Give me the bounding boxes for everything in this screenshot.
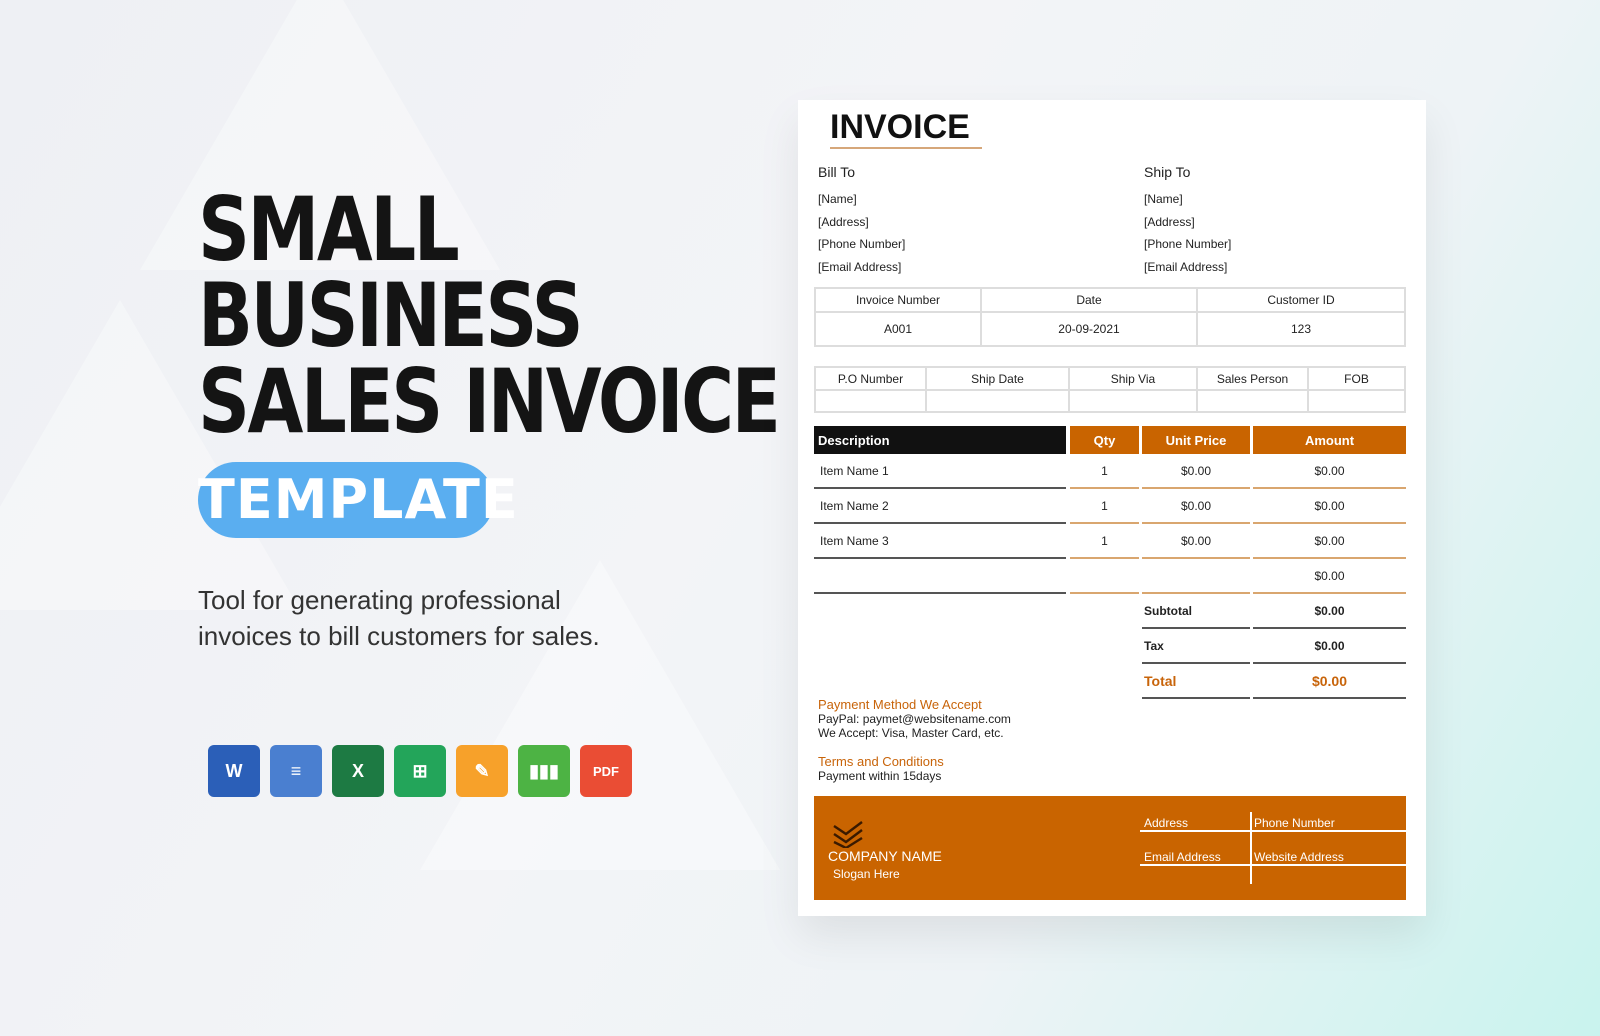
headline-line3: SALES INVOICE — [198, 350, 781, 453]
bill-to-heading: Bill To — [818, 164, 856, 180]
item-cell: Item Name 2 — [820, 498, 889, 513]
total-value: $0.00 — [1314, 638, 1345, 653]
google-sheets-icon: ⊞ — [394, 745, 446, 797]
meta-header: Invoice Number — [814, 287, 982, 313]
items-header: Description — [814, 426, 1066, 454]
total-label: Tax — [1144, 638, 1164, 653]
word-icon: W — [208, 745, 260, 797]
ship-to-line: [Email Address] — [1144, 259, 1228, 274]
total-value: $0.00 — [1311, 672, 1348, 689]
total-value: $0.00 — [1314, 603, 1345, 618]
invoice-document: INVOICE Bill To [Name] [Address] [Phone … — [798, 100, 1426, 916]
ship-to: Ship To [Name] [Address] [Phone Number] … — [1144, 164, 1231, 278]
shipping-value — [814, 389, 927, 413]
row-divider — [1070, 592, 1139, 594]
terms-text: Payment within 15days — [818, 769, 942, 783]
footer-address: Address — [1144, 816, 1189, 830]
shipping-header: Ship Via — [1068, 366, 1198, 391]
bill-to-line: [Phone Number] — [818, 237, 906, 251]
ship-to-heading: Ship To — [1144, 164, 1191, 180]
format-icons: W ≡ X ⊞ ✎ ▮▮▮ PDF — [208, 745, 632, 797]
item-cell: $0.00 — [1180, 463, 1212, 478]
description: Tool for generating professional invoice… — [198, 585, 600, 651]
item-cell: 1 — [1101, 463, 1108, 478]
items-header: Qty — [1070, 426, 1139, 454]
company-name: COMPANY NAME — [828, 848, 942, 864]
item-cell — [1070, 559, 1139, 592]
divider — [1140, 864, 1406, 866]
pdf-icon: PDF — [580, 745, 632, 797]
meta-header: Customer ID — [1196, 287, 1406, 313]
pages-icon: ✎ — [456, 745, 508, 797]
company-slogan: Slogan Here — [833, 867, 900, 881]
bill-to-line: [Email Address] — [818, 259, 902, 274]
item-cell: $0.00 — [1314, 463, 1345, 478]
shipping-value — [1196, 389, 1309, 413]
item-cell: 1 — [1101, 498, 1108, 513]
meta-header: Date — [980, 287, 1198, 313]
footer-phone: Phone Number — [1254, 816, 1335, 830]
shipping-header: P.O Number — [814, 366, 927, 391]
item-cell — [1142, 559, 1250, 592]
ship-to-line: [Address] — [1144, 214, 1195, 229]
item-cell — [814, 559, 1066, 592]
payment-heading: Payment Method We Accept — [818, 697, 982, 712]
total-divider — [1142, 697, 1250, 699]
footer-website: Website Address — [1254, 850, 1344, 864]
shipping-value — [1307, 389, 1406, 413]
ship-to-line: [Phone Number] — [1144, 237, 1232, 251]
headline-line1: SMALL — [198, 178, 460, 281]
shipping-value — [925, 389, 1070, 413]
item-cell: $0.00 — [1180, 498, 1212, 513]
invoice-title: INVOICE — [830, 108, 982, 149]
bill-to: Bill To [Name] [Address] [Phone Number] … — [818, 164, 905, 278]
invoice-footer: COMPANY NAME Slogan Here Address Phone N… — [814, 796, 1406, 900]
total-label: Total — [1144, 672, 1177, 689]
item-cell: Item Name 1 — [820, 463, 889, 478]
bill-to-line: [Name] — [818, 192, 857, 206]
payment-section: Payment Method We Accept PayPal: paymet@… — [818, 697, 1011, 783]
company-logo-icon — [833, 821, 863, 848]
contact-grid: Address Phone Number Email Address Websi… — [1140, 812, 1406, 884]
shipping-header: Sales Person — [1196, 366, 1309, 391]
item-cell: Item Name 3 — [820, 533, 889, 548]
google-docs-icon: ≡ — [270, 745, 322, 797]
total-divider — [1253, 697, 1406, 699]
template-badge: TEMPLATE — [198, 462, 518, 538]
headline-line2: BUSINESS — [198, 264, 584, 367]
shipping-table: P.O Number Ship Date Ship Via Sales Person F… — [814, 366, 1406, 413]
meta-value: A001 — [814, 311, 982, 347]
items-header: Amount — [1253, 426, 1406, 454]
meta-table: Invoice Number Date Customer ID A001 20-09-… — [814, 287, 1406, 347]
divider — [1140, 830, 1406, 832]
terms-heading: Terms and Conditions — [818, 754, 944, 769]
meta-value: 20-09-2021 — [980, 311, 1198, 347]
excel-icon: X — [332, 745, 384, 797]
shipping-header: Ship Date — [925, 366, 1070, 391]
item-cell: $0.00 — [1314, 498, 1345, 513]
item-cell: $0.00 — [1314, 568, 1345, 583]
numbers-icon: ▮▮▮ — [518, 745, 570, 797]
footer-email: Email Address — [1144, 850, 1221, 864]
payment-line: We Accept: Visa, Master Card, etc. — [818, 726, 1004, 740]
items-header: Unit Price — [1142, 426, 1250, 454]
item-cell: 1 — [1101, 533, 1108, 548]
item-cell: $0.00 — [1180, 533, 1212, 548]
payment-line: PayPal: paymet@websitename.com — [818, 712, 1011, 726]
ship-to-line: [Name] — [1144, 192, 1183, 206]
bill-to-line: [Address] — [818, 214, 869, 229]
item-cell: $0.00 — [1314, 533, 1345, 548]
meta-value: 123 — [1196, 311, 1406, 347]
shipping-header: FOB — [1307, 366, 1406, 391]
shipping-value — [1068, 389, 1198, 413]
row-divider — [814, 592, 1066, 594]
divider — [1250, 812, 1252, 884]
total-label: Subtotal — [1144, 603, 1192, 618]
